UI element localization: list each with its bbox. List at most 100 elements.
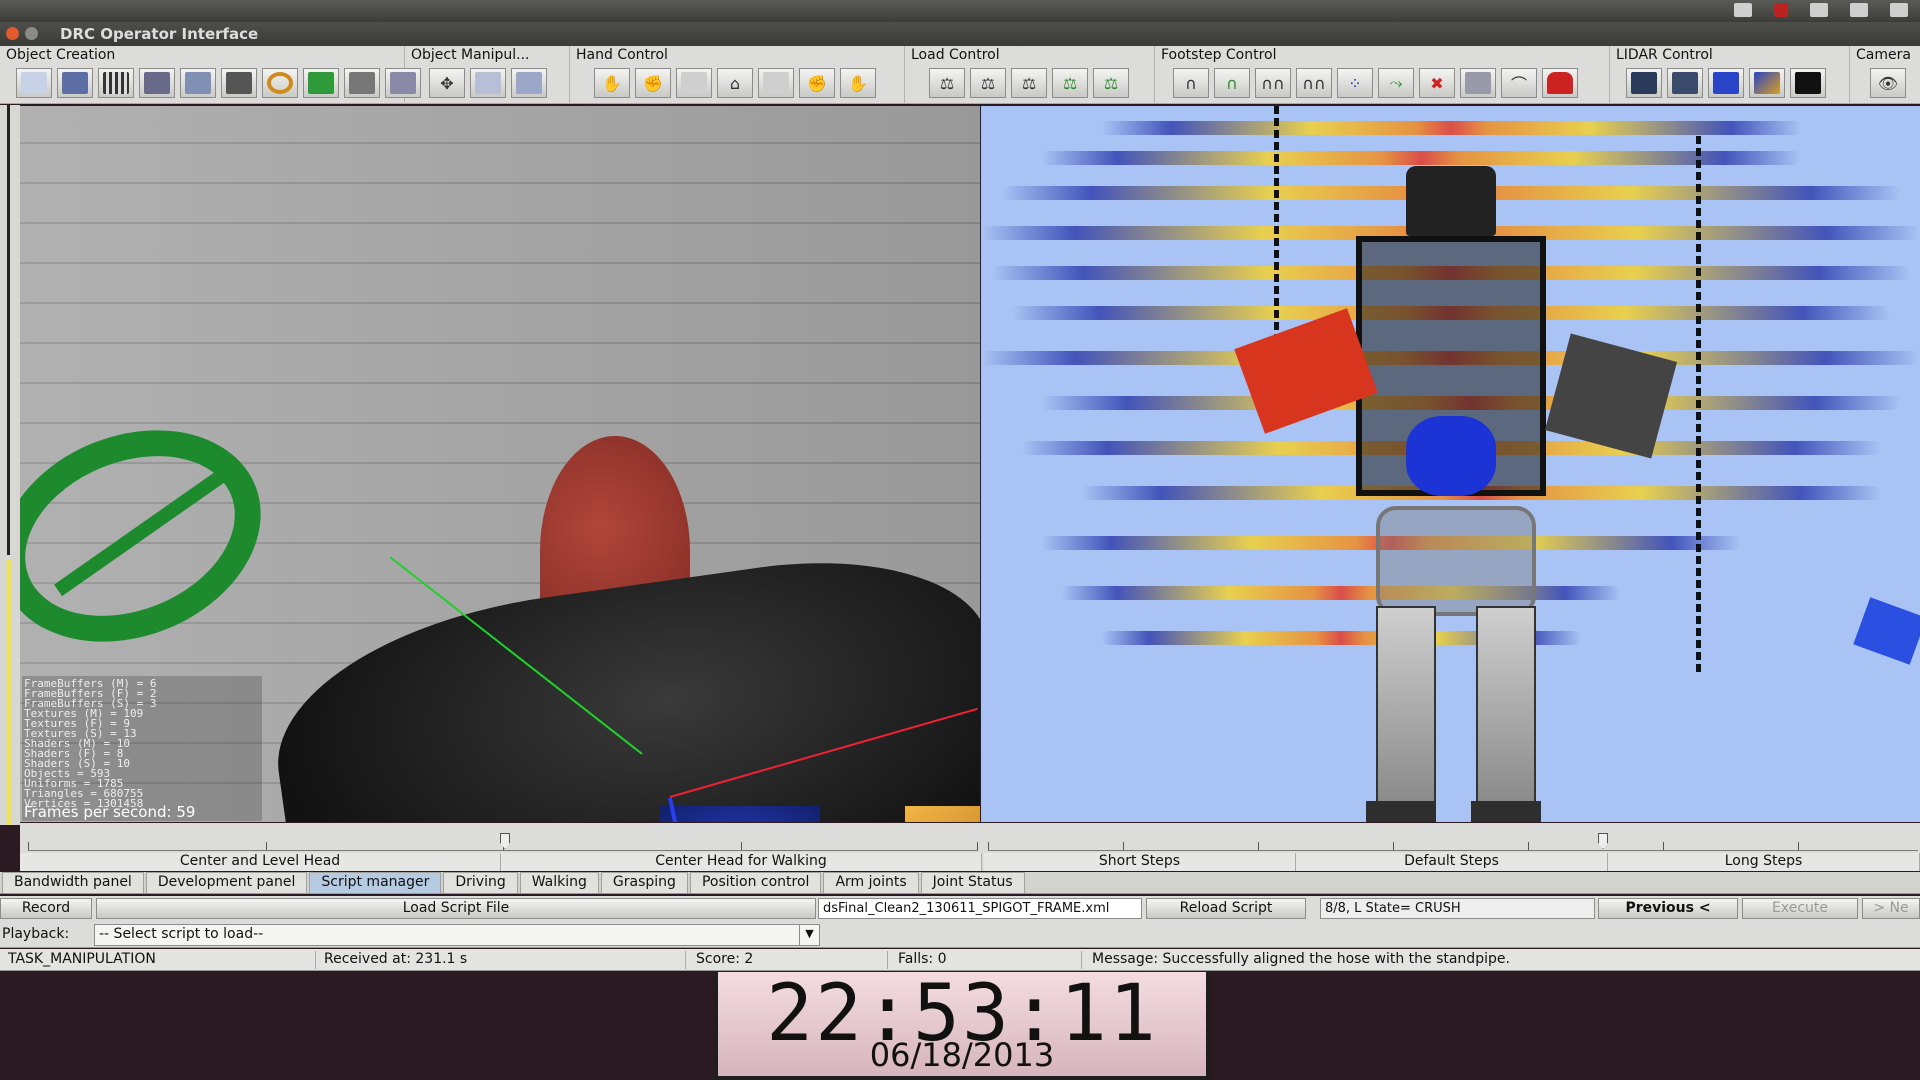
- create-drill-button[interactable]: [344, 68, 380, 98]
- ladder-icon: [226, 72, 252, 94]
- hand-home-button[interactable]: ⌂: [717, 68, 753, 98]
- footstep-icon: ∩: [1226, 73, 1238, 93]
- load-button-4[interactable]: ⚖: [1052, 68, 1088, 98]
- slider-tick: [266, 842, 267, 850]
- previous-button[interactable]: Previous <: [1598, 898, 1738, 919]
- toolbar-group-hand-control: Hand Control ✋ ✊ ⌂ ✊ ✋: [570, 46, 905, 104]
- tab-grasping[interactable]: Grasping: [600, 872, 688, 893]
- hand-blank-button[interactable]: [676, 68, 712, 98]
- step-length-thumb[interactable]: [1598, 833, 1608, 849]
- record-indicator-icon[interactable]: [1774, 3, 1788, 17]
- create-valve-button[interactable]: [262, 68, 298, 98]
- move-object-button[interactable]: ✥: [429, 68, 465, 98]
- fps-counter: Frames per second: 59: [24, 803, 196, 821]
- slider-tick: [1663, 842, 1664, 850]
- load-button-1[interactable]: ⚖: [929, 68, 965, 98]
- tab-joint-status[interactable]: Joint Status: [920, 872, 1025, 893]
- lidar-enable-button[interactable]: [1626, 68, 1662, 98]
- received-status: Received at: 231.1 s: [316, 951, 686, 969]
- chevron-down-icon[interactable]: ▼: [799, 924, 819, 946]
- head-slider[interactable]: [28, 829, 978, 851]
- step-length-slider[interactable]: [988, 829, 1918, 851]
- blank-object-button[interactable]: [470, 68, 506, 98]
- robot-model: [1226, 166, 1686, 822]
- center-head-for-walking-label[interactable]: Center Head for Walking: [501, 853, 982, 871]
- select-object-button[interactable]: [16, 68, 52, 98]
- long-steps-label[interactable]: Long Steps: [1608, 853, 1920, 871]
- toolbar-group-camera: Camera 👁: [1850, 46, 1920, 104]
- hand-place-green-button[interactable]: ✋: [840, 68, 876, 98]
- blank-icon: [475, 72, 501, 94]
- lidar-clear-button[interactable]: [1667, 68, 1703, 98]
- step-slider-labels: Short Steps Default Steps Long Steps: [984, 853, 1920, 871]
- tab-driving[interactable]: Driving: [443, 872, 518, 893]
- tab-development-panel[interactable]: Development panel: [145, 872, 308, 893]
- hand-close-green-button[interactable]: ✊: [799, 68, 835, 98]
- reload-script-button[interactable]: Reload Script: [1146, 898, 1306, 919]
- head-slider-labels: Center and Level Head Center Head for Wa…: [20, 853, 982, 871]
- footstep-both-button[interactable]: ∩∩: [1255, 68, 1291, 98]
- footstep-stop-button[interactable]: [1542, 68, 1578, 98]
- create-grid-button[interactable]: [98, 68, 134, 98]
- script-manager-row: Record Load Script File dsFinal_Clean2_1…: [0, 896, 1920, 922]
- next-button[interactable]: > Ne: [1862, 898, 1920, 919]
- tab-script-manager[interactable]: Script manager: [309, 872, 442, 893]
- footstep-snap-button[interactable]: [1460, 68, 1496, 98]
- bluetooth-icon[interactable]: [1850, 3, 1868, 17]
- create-box-button[interactable]: [57, 68, 93, 98]
- network-icon[interactable]: [1890, 3, 1908, 17]
- head-slider-thumb[interactable]: [500, 833, 510, 849]
- tab-walking[interactable]: Walking: [519, 872, 599, 893]
- center-and-level-head-label[interactable]: Center and Level Head: [20, 853, 501, 871]
- record-button[interactable]: Record: [0, 898, 92, 919]
- short-steps-label[interactable]: Short Steps: [984, 853, 1296, 871]
- footstep-arc-button[interactable]: ⌒: [1501, 68, 1537, 98]
- camera-view-button[interactable]: 👁: [1870, 68, 1906, 98]
- create-table-button[interactable]: [180, 68, 216, 98]
- load-script-file-button[interactable]: Load Script File: [96, 898, 816, 919]
- lidar-enable-2-button[interactable]: [1708, 68, 1744, 98]
- script-file-field[interactable]: dsFinal_Clean2_130611_SPIGOT_FRAME.xml: [818, 898, 1142, 919]
- load-button-3[interactable]: ⚖: [1011, 68, 1047, 98]
- window-titlebar: DRC Operator Interface: [0, 22, 1920, 46]
- lidar-color-button[interactable]: [1749, 68, 1785, 98]
- default-steps-label[interactable]: Default Steps: [1296, 853, 1608, 871]
- align-object-button[interactable]: [511, 68, 547, 98]
- group-label: Object Manipul...: [411, 47, 530, 63]
- render-stats-overlay: FrameBuffers (M) = 6 FrameBuffers (F) = …: [22, 676, 262, 821]
- robot-right-arm: [1544, 333, 1678, 459]
- create-ladder-button[interactable]: [221, 68, 257, 98]
- lidar-icon: [1754, 72, 1780, 94]
- clear-icon: ✖: [1430, 73, 1444, 93]
- hand-blank-2-button[interactable]: [758, 68, 794, 98]
- hand-close-button[interactable]: ✊: [635, 68, 671, 98]
- minimize-window-button[interactable]: [25, 27, 38, 40]
- footstep-turn-button[interactable]: ∩∩: [1296, 68, 1332, 98]
- lidar-black-button[interactable]: [1790, 68, 1826, 98]
- 3d-visualization-view[interactable]: [981, 106, 1920, 822]
- execute-button[interactable]: Execute: [1742, 898, 1858, 919]
- mail-icon[interactable]: [1810, 3, 1828, 17]
- footstep-right-button[interactable]: ∩: [1214, 68, 1250, 98]
- camera-view[interactable]: FrameBuffers (M) = 6 FrameBuffers (F) = …: [20, 106, 980, 822]
- create-vehicle-button[interactable]: [139, 68, 175, 98]
- footstep-clear-button[interactable]: ✖: [1419, 68, 1455, 98]
- slider-tick: [977, 842, 978, 850]
- keyboard-icon[interactable]: [1734, 3, 1752, 17]
- group-label: Hand Control: [576, 47, 668, 63]
- footstep-path-button[interactable]: ⤳: [1378, 68, 1414, 98]
- footstep-points-button[interactable]: ⁘: [1337, 68, 1373, 98]
- load-button-5[interactable]: ⚖: [1093, 68, 1129, 98]
- tab-position-control[interactable]: Position control: [689, 872, 822, 893]
- load-icon: ⚖: [939, 73, 955, 93]
- load-button-2[interactable]: ⚖: [970, 68, 1006, 98]
- eye-icon: 👁: [1877, 73, 1899, 93]
- playback-select[interactable]: -- Select script to load-- ▼: [94, 924, 820, 946]
- tab-arm-joints[interactable]: Arm joints: [823, 872, 919, 893]
- hand-place-button[interactable]: ✋: [594, 68, 630, 98]
- footstep-left-button[interactable]: ∩: [1173, 68, 1209, 98]
- tab-bandwidth-panel[interactable]: Bandwidth panel: [2, 872, 144, 893]
- control-sliders: Center and Level Head Center Head for Wa…: [20, 823, 1920, 871]
- close-window-button[interactable]: [6, 27, 19, 40]
- create-cylinder-button[interactable]: [303, 68, 339, 98]
